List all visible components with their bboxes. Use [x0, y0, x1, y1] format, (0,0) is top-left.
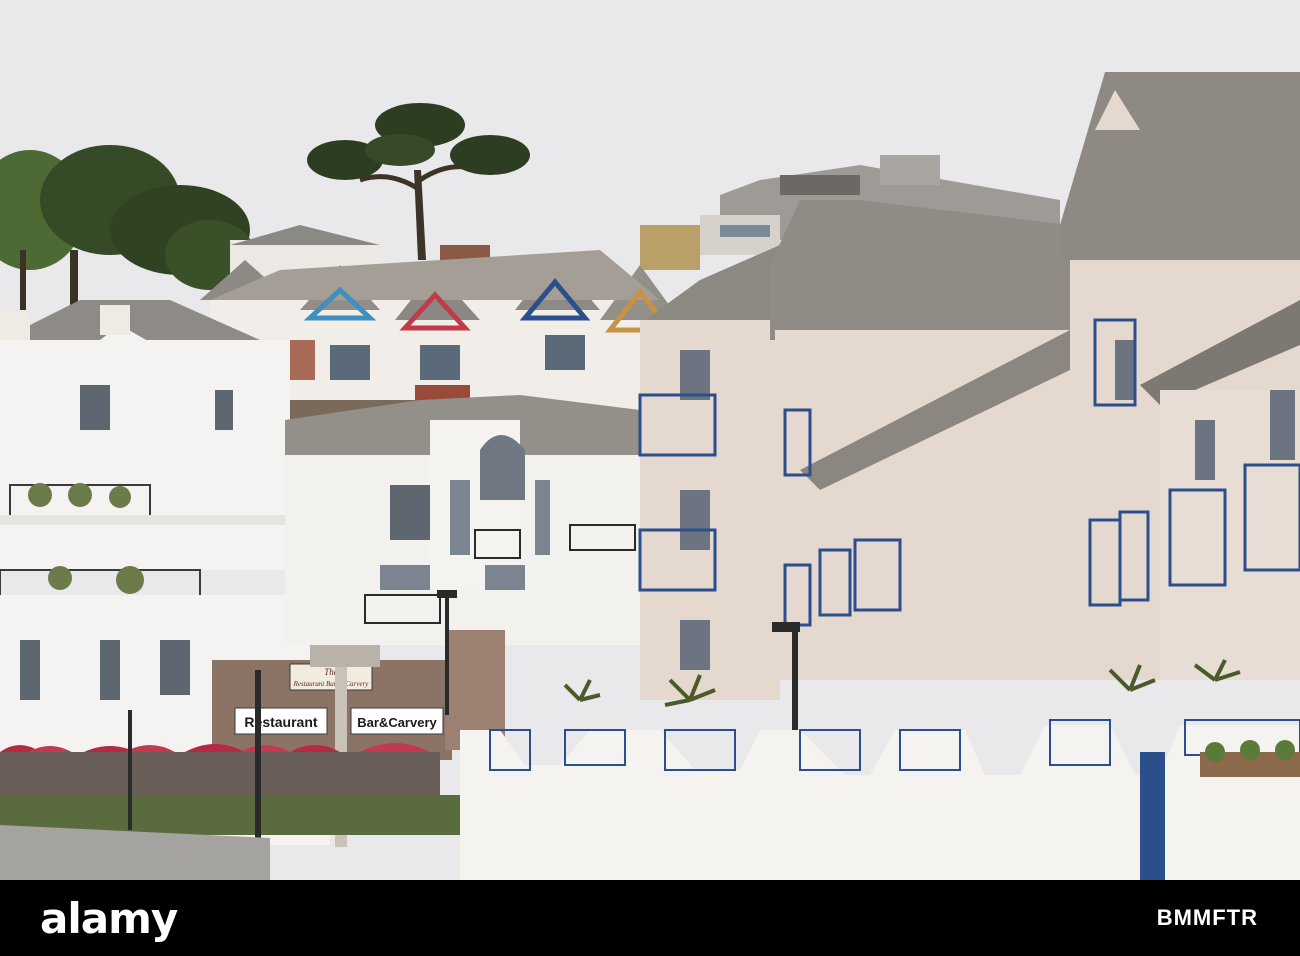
watermark-logo: alamy	[40, 893, 178, 943]
white-building-centre	[285, 395, 645, 645]
watermark-bar: alamy BMMFTR	[0, 880, 1300, 956]
pub-sign-name: Restaurant Bar & Carvery	[293, 680, 370, 688]
seaside-town-illustration: Restaurant Bar&Carvery The Restaurant Ba…	[0, 0, 1300, 956]
watermark-image-id: BMMFTR	[1156, 905, 1258, 930]
bar-carvery-panel: Bar&Carvery	[357, 715, 437, 730]
parasols	[0, 743, 460, 835]
photo-scene: Restaurant Bar&Carvery The Restaurant Ba…	[0, 0, 1300, 956]
